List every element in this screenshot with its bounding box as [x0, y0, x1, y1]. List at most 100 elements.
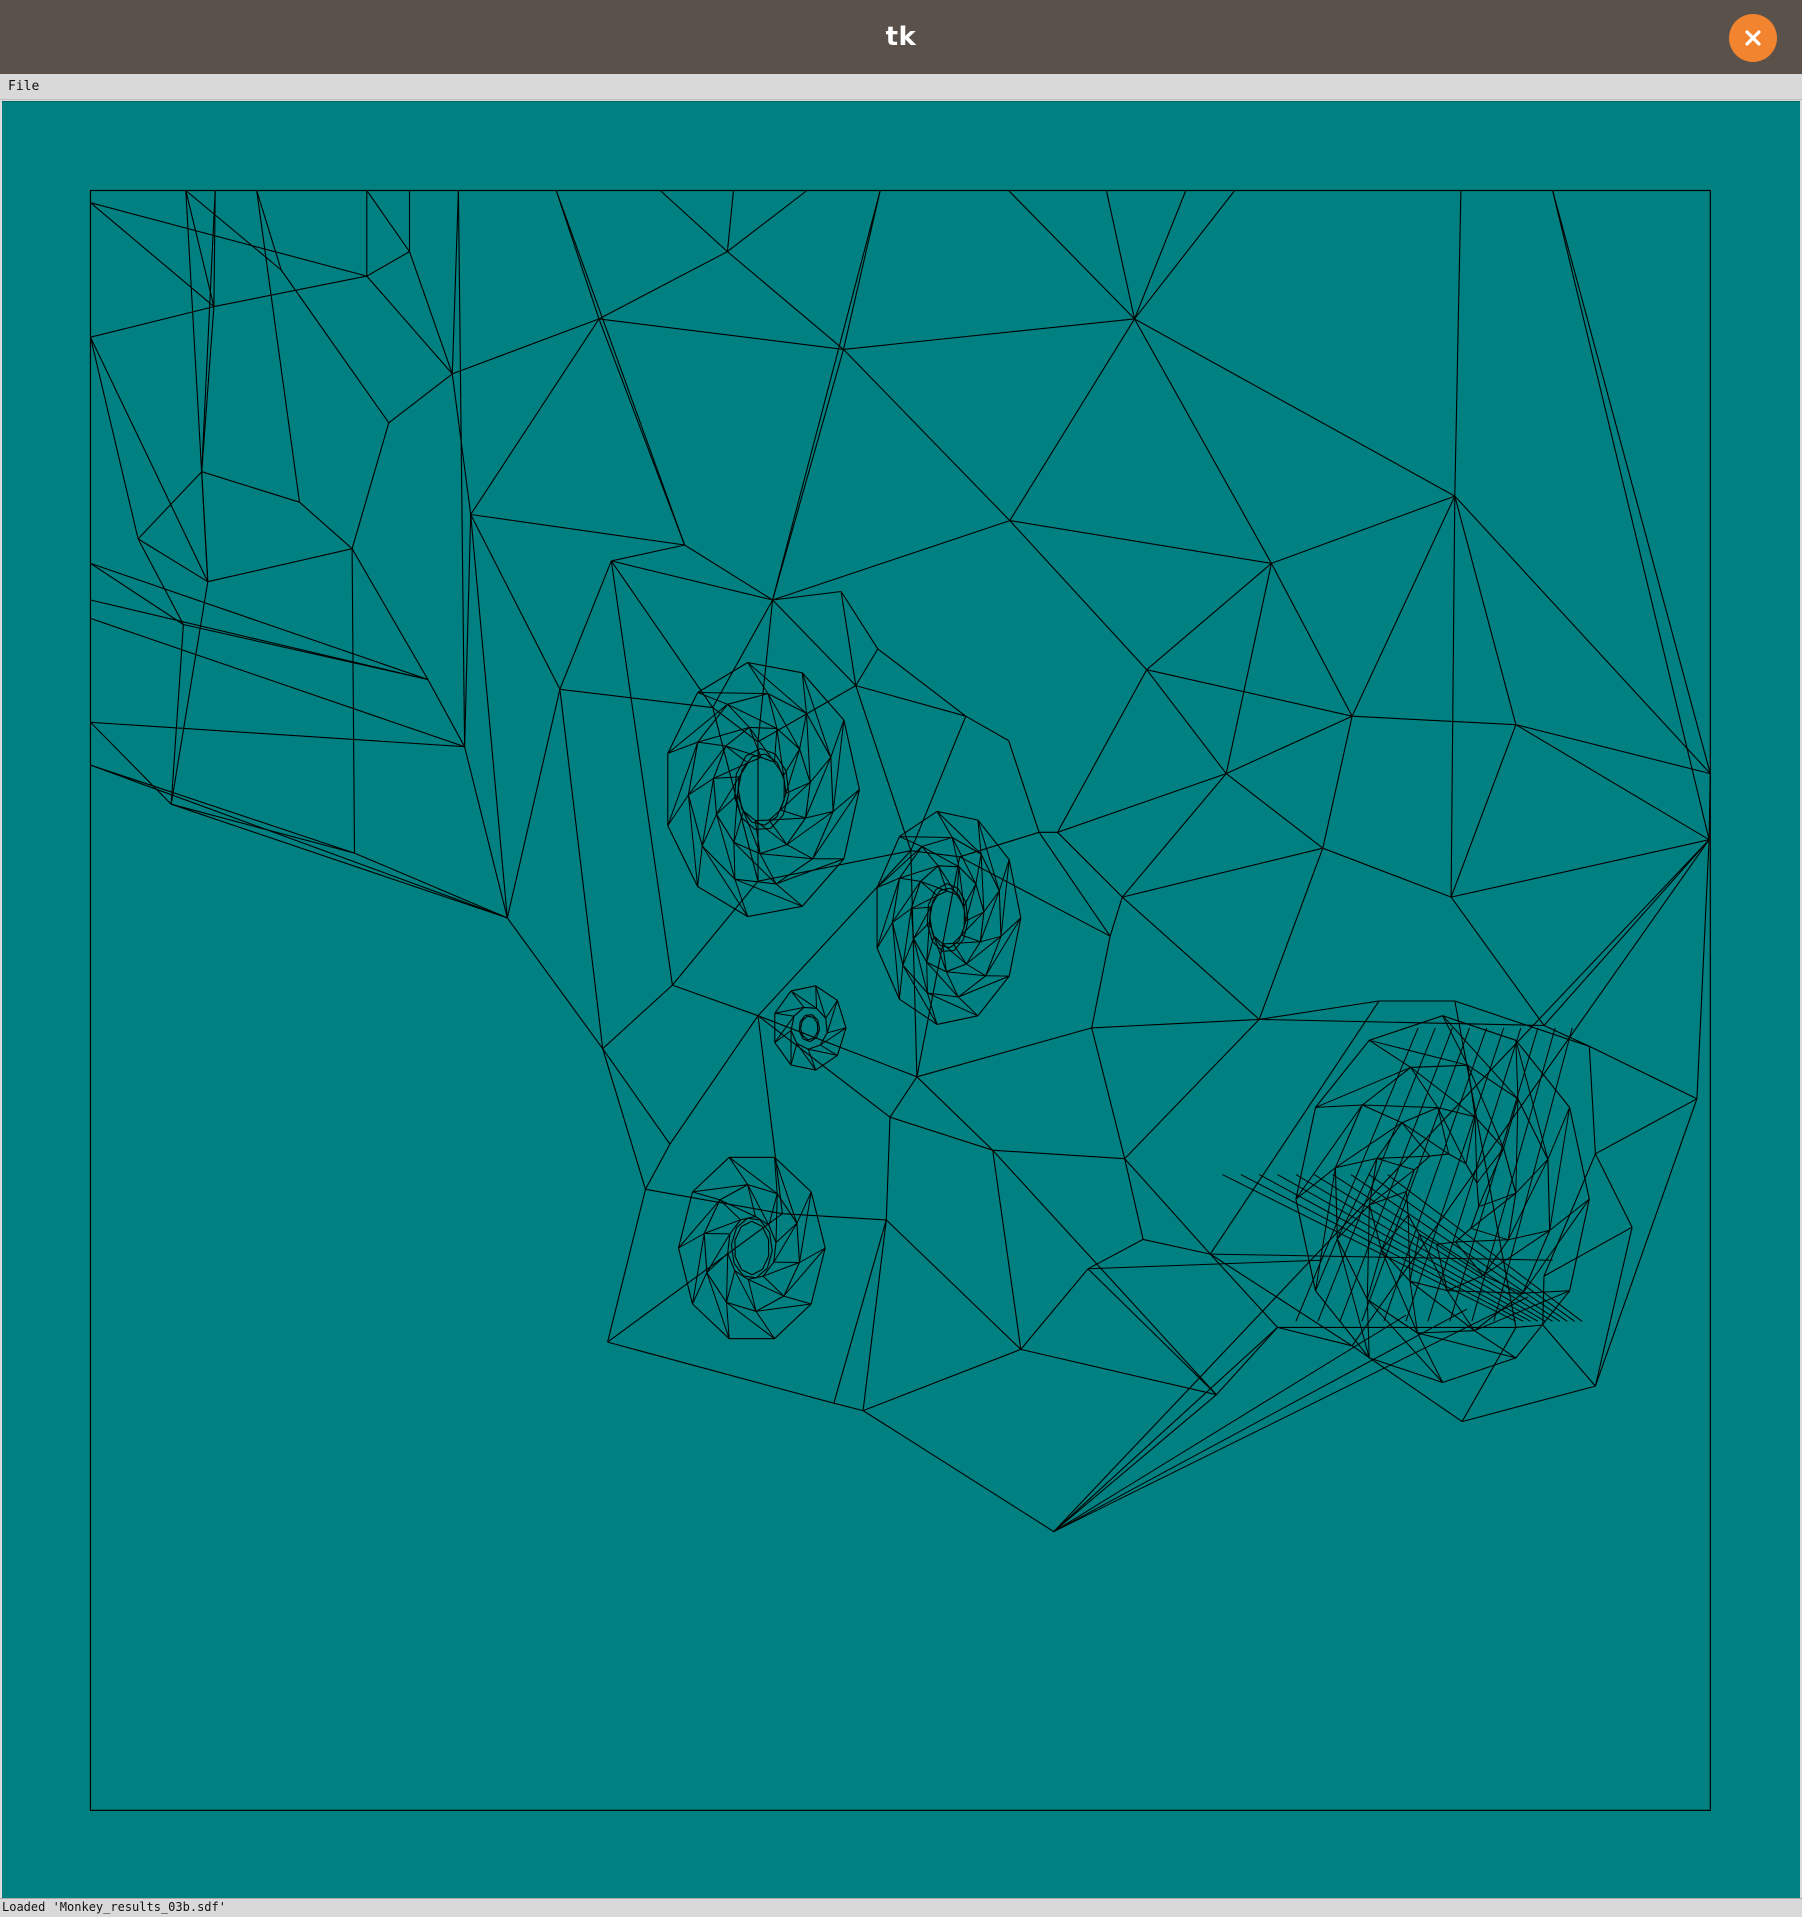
mesh-edge — [611, 560, 773, 601]
mesh-edge — [692, 1184, 748, 1193]
mesh-edge — [1008, 859, 1022, 919]
mesh-edge — [90, 202, 367, 277]
mesh-edge — [942, 949, 955, 952]
mesh-edge — [171, 803, 508, 919]
mesh-edge — [843, 318, 1135, 350]
mesh-edge — [855, 685, 912, 851]
mesh-edge — [667, 794, 689, 826]
mesh-edge — [1142, 1238, 1211, 1255]
mesh-edge — [842, 190, 881, 350]
mesh-edge — [1450, 496, 1456, 898]
mesh-edge — [464, 746, 508, 919]
mesh-edge — [836, 1000, 847, 1029]
mesh-edge — [607, 1189, 647, 1343]
mesh-edge — [945, 971, 959, 998]
mesh-edge — [772, 190, 881, 601]
mesh-edge — [1315, 1104, 1363, 1108]
mesh-edge — [926, 962, 928, 994]
mesh-edge — [559, 689, 604, 1049]
mesh-edge — [1053, 1314, 1407, 1533]
mesh-edge — [1087, 1268, 1217, 1396]
mesh-edge — [1008, 190, 1135, 320]
mesh-edge — [90, 562, 429, 681]
mesh-edge — [207, 548, 353, 583]
mesh-edge — [602, 984, 673, 1050]
mesh-edge — [706, 1233, 731, 1273]
mesh-edge — [90, 562, 184, 625]
mesh-edge — [1482, 1239, 1509, 1276]
mesh-edge — [697, 692, 769, 695]
mesh-edge — [957, 975, 987, 998]
mesh-edge — [598, 251, 728, 320]
mesh-edge — [936, 810, 979, 821]
mesh-edge — [773, 1223, 798, 1263]
mesh-edge — [299, 501, 353, 550]
mesh-edge — [388, 373, 453, 424]
mesh-edge — [1454, 495, 1517, 725]
mesh-edge — [701, 778, 714, 847]
mesh-edge — [825, 1000, 838, 1019]
mesh-edge — [1087, 1259, 1321, 1270]
mesh-edge — [1446, 1274, 1484, 1292]
mesh-edge — [1351, 495, 1456, 717]
mesh-edge — [1552, 190, 1711, 774]
mesh-edge — [796, 1223, 801, 1263]
mesh-edge — [916, 1076, 994, 1151]
mesh-edge — [1361, 1066, 1412, 1106]
mesh-edge — [977, 819, 1010, 861]
mesh-edge — [706, 1272, 727, 1303]
mesh-edge — [1366, 1204, 1370, 1300]
mesh-edge — [602, 1048, 671, 1145]
mesh-edge — [921, 846, 939, 867]
mesh-edge — [775, 1193, 778, 1243]
mesh-edge — [1515, 1040, 1549, 1160]
mesh-edge — [755, 1303, 812, 1312]
mesh-edge — [688, 777, 714, 796]
mesh-edge — [1020, 1268, 1089, 1350]
mesh-edge — [170, 624, 184, 805]
mesh-edge — [1594, 1227, 1633, 1387]
mesh-edge — [1461, 1385, 1596, 1423]
status-bar: Loaded 'Monkey_results_03b.sdf' — [0, 1898, 1802, 1917]
mesh-edge — [1270, 563, 1353, 717]
mesh-edge — [855, 648, 879, 686]
mesh-edge — [902, 908, 912, 966]
mesh-edge — [1476, 1182, 1480, 1207]
mesh-edge — [757, 1015, 891, 1118]
mesh-edge — [773, 728, 778, 763]
mesh-edge — [1515, 1290, 1571, 1359]
mesh-edge — [659, 190, 728, 253]
mesh-edge — [90, 721, 465, 748]
mesh-edge — [354, 852, 508, 919]
mesh-edge — [1401, 1107, 1439, 1124]
mesh-edge — [957, 996, 979, 1017]
close-button[interactable] — [1729, 14, 1777, 62]
mesh-edge — [1134, 190, 1236, 320]
mesh-edge — [692, 1156, 730, 1193]
mesh-edge — [790, 990, 817, 1009]
mesh-edge — [1215, 1327, 1278, 1396]
mesh-edge — [1442, 1357, 1517, 1384]
mesh-edge — [1450, 724, 1517, 898]
mesh-edge — [727, 190, 808, 253]
mesh-edge — [607, 1341, 834, 1404]
mesh-edge — [1322, 847, 1452, 898]
mesh-edge — [1277, 1326, 1353, 1347]
mesh-edge — [1515, 1158, 1549, 1194]
mesh-edge — [89, 337, 139, 540]
mesh-edge — [876, 922, 893, 949]
mesh-edge — [716, 814, 735, 843]
menu-file[interactable]: File — [4, 78, 43, 95]
mesh-edge — [889, 1076, 918, 1118]
mesh-edge — [1315, 1238, 1338, 1291]
mesh-edge — [1409, 1280, 1475, 1332]
mesh-edge — [1366, 1299, 1370, 1358]
mesh-edge — [776, 1193, 798, 1224]
mesh-edge — [451, 190, 459, 374]
mesh-edge — [667, 825, 699, 887]
mesh-edge — [464, 514, 472, 747]
drawing-canvas[interactable] — [2, 101, 1800, 1898]
mesh-edge — [725, 745, 749, 764]
mesh-edge — [1240, 1174, 1524, 1322]
mesh-edge — [452, 318, 600, 375]
